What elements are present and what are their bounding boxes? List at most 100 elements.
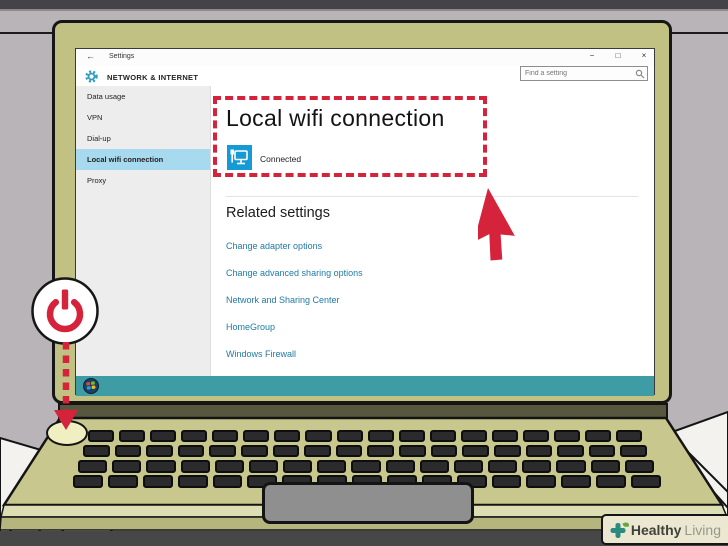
cursor-arrow-icon	[478, 188, 515, 261]
illustration-scene: ← Settings − □ × NETWORK & INTERNET Data…	[0, 0, 728, 546]
keyboard-key	[248, 460, 279, 473]
keyboard-key	[107, 475, 138, 488]
keyboard-key	[430, 445, 458, 457]
keyboard-key	[146, 445, 173, 457]
search-icon	[635, 69, 645, 79]
search-input[interactable]	[521, 67, 633, 80]
brand-name-bold: Healthy	[630, 521, 682, 538]
ethernet-connection-icon	[227, 145, 252, 170]
window-title: Settings	[109, 53, 135, 60]
keyboard-key	[460, 430, 487, 442]
keyboard-key	[88, 430, 115, 442]
keyboard-key	[367, 430, 394, 442]
keyboard-key	[177, 445, 205, 457]
keyboard-key	[462, 445, 489, 457]
sidebar-item-dial-up[interactable]: Dial-up	[76, 128, 210, 149]
keyboard-key	[526, 475, 557, 488]
keyboard-key	[243, 430, 270, 442]
keyboard-key	[112, 460, 142, 473]
keyboard-key	[214, 460, 244, 473]
keyboard-key	[561, 475, 592, 488]
keyboard-key	[272, 445, 300, 457]
keyboard-key	[146, 460, 176, 473]
keyboard-key	[177, 475, 208, 488]
minimize-button[interactable]: −	[584, 51, 600, 60]
page-title: NETWORK & INTERNET	[107, 73, 199, 82]
keyboard-key	[616, 430, 643, 442]
keyboard-key	[522, 460, 552, 473]
keyboard-key	[399, 445, 426, 457]
keyboard-key	[150, 430, 177, 442]
window-titlebar: ← Settings − □ ×	[76, 49, 654, 66]
keyboard-key	[305, 430, 332, 442]
keyboard-key	[522, 430, 549, 442]
healthy-living-logo: Healthy Living	[600, 514, 728, 545]
keyboard-key	[209, 445, 237, 457]
dashed-arrow-icon	[54, 342, 78, 430]
link-windows-firewall[interactable]: Windows Firewall	[226, 349, 296, 359]
sidebar-item-proxy[interactable]: Proxy	[76, 170, 210, 191]
keyboard-key	[493, 445, 521, 457]
sidebar-item-vpn[interactable]: VPN	[76, 107, 210, 128]
link-homegroup[interactable]: HomeGroup	[226, 322, 275, 332]
section-divider	[226, 196, 638, 197]
sidebar-item-local-wifi-connection[interactable]: Local wifi connection	[76, 149, 210, 170]
connection-title: Local wifi connection	[226, 105, 445, 131]
keyboard-key	[78, 460, 108, 473]
sidebar-item-data-usage[interactable]: Data usage	[76, 86, 210, 107]
trackpad[interactable]	[262, 482, 474, 524]
keyboard-key	[557, 445, 584, 457]
keyboard-key	[304, 445, 331, 457]
brand-plus-leaf-icon	[610, 521, 629, 538]
keyboard-key	[142, 475, 173, 488]
keyboard-key	[398, 430, 425, 442]
gear-icon	[85, 70, 98, 83]
keyboard-key	[429, 430, 456, 442]
keyboard-key	[585, 430, 612, 442]
keyboard-key	[119, 430, 146, 442]
keyboard-key	[553, 430, 580, 442]
keyboard-key	[488, 460, 518, 473]
keyboard-row	[83, 445, 647, 457]
brand-name-light: Living	[684, 521, 721, 538]
keyboard-key	[588, 445, 616, 457]
keyboard-key	[556, 460, 586, 473]
keyboard-key	[631, 475, 661, 488]
keyboard-key	[385, 460, 415, 473]
settings-window: ← Settings − □ × NETWORK & INTERNET Data…	[75, 48, 655, 396]
link-network-and-sharing-center[interactable]: Network and Sharing Center	[226, 295, 340, 305]
keyboard-key	[212, 430, 239, 442]
keyboard-key	[491, 475, 522, 488]
keyboard-key	[491, 430, 518, 442]
keyboard-key	[453, 460, 484, 473]
keyboard-key	[525, 445, 553, 457]
keyboard-row	[78, 460, 654, 473]
keyboard-key	[590, 460, 620, 473]
link-change-adapter-options[interactable]: Change adapter options	[226, 241, 322, 251]
keyboard-key	[620, 445, 647, 457]
keyboard-key	[624, 460, 654, 473]
keyboard-key	[274, 430, 301, 442]
keyboard-key	[351, 460, 381, 473]
link-change-advanced-sharing-options[interactable]: Change advanced sharing options	[226, 268, 363, 278]
keyboard-key	[114, 445, 142, 457]
keyboard-key	[317, 460, 347, 473]
related-settings-heading: Related settings	[226, 205, 330, 221]
keyboard-key	[180, 460, 210, 473]
keyboard-key	[83, 445, 110, 457]
close-button[interactable]: ×	[636, 51, 652, 60]
keyboard-key	[73, 475, 103, 488]
power-icon	[31, 277, 99, 345]
back-button[interactable]: ←	[86, 51, 95, 61]
keyboard-key	[419, 460, 449, 473]
keyboard-key	[336, 430, 363, 442]
keyboard-key	[241, 445, 268, 457]
search-box	[520, 66, 648, 81]
keyboard-key	[367, 445, 395, 457]
keyboard-key	[283, 460, 313, 473]
taskbar	[76, 376, 654, 396]
maximize-button[interactable]: □	[610, 51, 626, 60]
keyboard-key	[335, 445, 363, 457]
start-button[interactable]	[83, 378, 99, 394]
keyboard-key	[212, 475, 243, 488]
